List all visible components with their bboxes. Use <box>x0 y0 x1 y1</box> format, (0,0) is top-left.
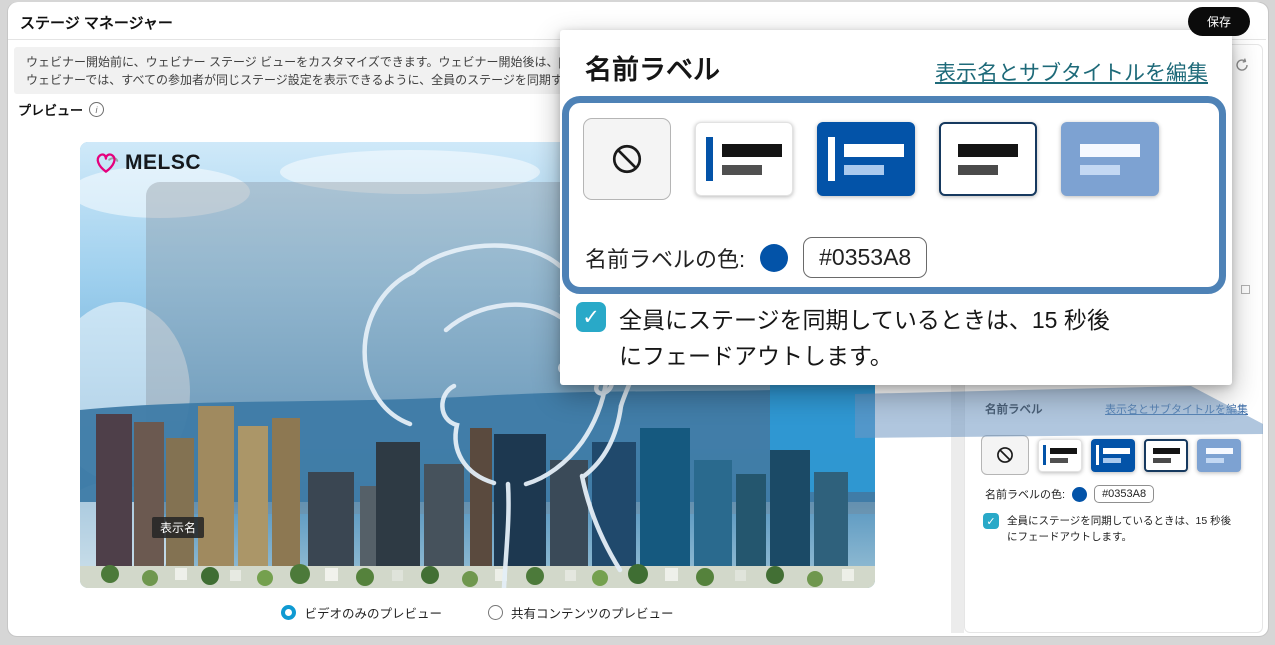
name-label-color-row: 名前ラベルの色: #0353A8 <box>985 485 1154 503</box>
fade-out-option-large: 全員にステージを同期しているときは、15 秒後 にフェードアウトします。 <box>576 302 1110 374</box>
color-swatch[interactable] <box>1072 487 1087 502</box>
accent-bar <box>1043 445 1046 465</box>
label-style-solid-button[interactable] <box>1091 439 1135 472</box>
fade-checkbox[interactable] <box>983 513 999 529</box>
melsc-logo: MELSC <box>94 150 201 176</box>
color-swatch-large[interactable] <box>760 244 788 272</box>
radio-shared-content[interactable]: 共有コンテンツのプレビュー <box>488 603 674 622</box>
popup-header: 名前ラベル 表示名とサブタイトルを編集 <box>585 48 1208 87</box>
fade-text-line1-large: 全員にステージを同期しているときは、15 秒後 <box>619 307 1110 333</box>
label-style-outlined-button[interactable] <box>1144 439 1188 472</box>
label-style-none-button[interactable] <box>981 435 1029 475</box>
radio-unselected-icon[interactable] <box>488 605 503 620</box>
accent-bar <box>828 137 835 181</box>
label-style-options-large <box>583 118 1159 200</box>
label-style-translucent-button-large[interactable] <box>1061 122 1159 196</box>
color-label-large: 名前ラベルの色: <box>585 242 745 274</box>
highlighted-options-frame: 名前ラベルの色: #0353A8 <box>562 96 1226 294</box>
preview-mode-radios: ビデオのみのプレビュー 共有コンテンツのプレビュー <box>80 603 875 622</box>
accent-bar <box>1096 445 1099 465</box>
popup-title: 名前ラベル <box>585 48 720 87</box>
prohibition-icon <box>995 445 1015 465</box>
refresh-icon[interactable] <box>1234 57 1250 73</box>
label-style-light-accent-button[interactable] <box>1038 439 1082 472</box>
label-style-solid-button-large[interactable] <box>817 122 915 196</box>
small-square-marker <box>1241 285 1250 294</box>
display-name-tag: 表示名 <box>152 517 204 538</box>
melsc-logo-heart-icon <box>94 150 120 176</box>
color-hex-input[interactable]: #0353A8 <box>1094 485 1154 503</box>
info-icon[interactable]: i <box>89 102 104 117</box>
fade-checkbox-large[interactable] <box>576 302 606 332</box>
label-style-translucent-button[interactable] <box>1197 439 1241 472</box>
save-button[interactable]: 保存 <box>1188 7 1250 36</box>
fade-text-large: 全員にステージを同期しているときは、15 秒後 にフェードアウトします。 <box>619 302 1110 374</box>
preview-section-label: プレビュー i <box>18 100 104 119</box>
radio-selected-icon[interactable] <box>281 605 296 620</box>
page-title: ステージ マネージャー <box>20 12 173 33</box>
fade-text-line2-large: にフェードアウトします。 <box>619 343 893 369</box>
melsc-logo-text: MELSC <box>125 151 201 175</box>
label-style-light-accent-button-large[interactable] <box>695 122 793 196</box>
radio-video-only[interactable]: ビデオのみのプレビュー <box>281 603 442 622</box>
label-style-outlined-button-large[interactable] <box>939 122 1037 196</box>
label-style-none-button-large[interactable] <box>583 118 671 200</box>
fade-text: 全員にステージを同期しているときは、15 秒後 にフェードアウトします。 <box>1007 513 1231 545</box>
accent-bar <box>706 137 713 181</box>
name-label-zoom-popup: 名前ラベル 表示名とサブタイトルを編集 <box>560 30 1232 385</box>
fade-text-line1: 全員にステージを同期しているときは、15 秒後 <box>1007 515 1231 527</box>
color-hex-input-large[interactable]: #0353A8 <box>803 237 927 278</box>
fade-text-line2: にフェードアウトします。 <box>1007 531 1132 543</box>
radio-shared-content-label: 共有コンテンツのプレビュー <box>511 603 674 622</box>
preview-label-text: プレビュー <box>18 100 83 119</box>
fade-out-option: 全員にステージを同期しているときは、15 秒後 にフェードアウトします。 <box>983 513 1231 545</box>
label-style-options <box>981 435 1241 475</box>
radio-video-only-label: ビデオのみのプレビュー <box>304 603 442 622</box>
name-label-color-row-large: 名前ラベルの色: #0353A8 <box>585 237 927 278</box>
edit-display-name-link-large[interactable]: 表示名とサブタイトルを編集 <box>935 57 1208 87</box>
color-label: 名前ラベルの色: <box>985 486 1065 502</box>
prohibition-icon <box>609 141 645 177</box>
